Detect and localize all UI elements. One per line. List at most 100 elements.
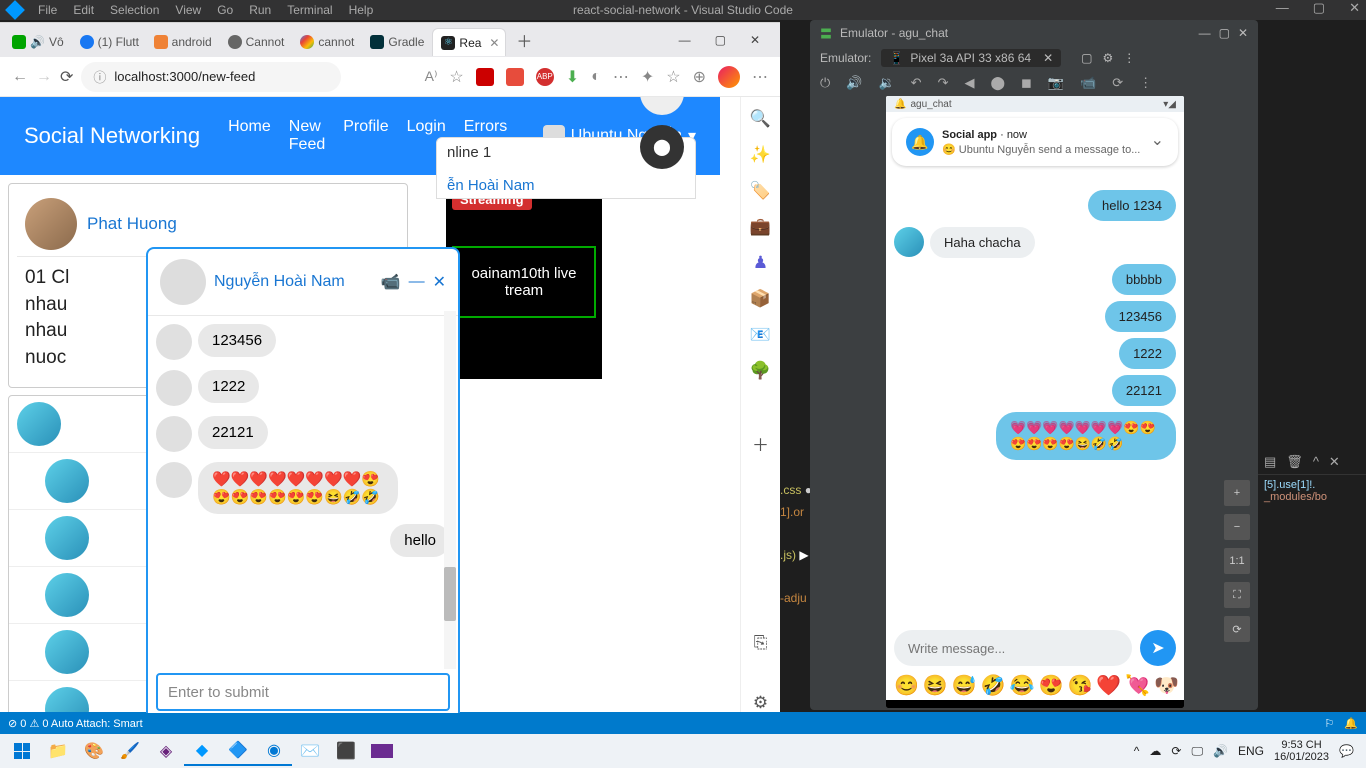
record-icon[interactable]: 📹 [1080, 75, 1096, 91]
chevron-up-icon[interactable]: ^ [1313, 454, 1319, 470]
feedback-icon[interactable]: ⚐ [1324, 717, 1334, 730]
phone-chat-thread[interactable]: hello 1234 Haha chacha bbbbb 123456 1222… [886, 160, 1184, 612]
close-icon[interactable]: ✕ [1329, 454, 1340, 470]
hide-sidebar-icon[interactable]: ⎘ [751, 633, 771, 653]
snapshots-icon[interactable]: ⟳ [1112, 75, 1123, 91]
settings-icon[interactable]: ⚙ [1102, 51, 1113, 65]
emoji-option[interactable]: ❤️ [1096, 673, 1121, 698]
close-icon[interactable]: ✕ [1238, 26, 1248, 40]
search-icon[interactable]: 🔍 [751, 109, 771, 129]
volume-up-icon[interactable]: 🔊 [846, 75, 862, 91]
phone-message-input[interactable] [894, 630, 1132, 666]
zoom-rotate-button[interactable]: ⟳ [1224, 616, 1250, 642]
nav-new-feed[interactable]: NewFeed [289, 118, 325, 154]
emoji-option[interactable]: 😆 [923, 673, 948, 698]
adblock-icon[interactable]: ABP [536, 68, 554, 86]
close-icon[interactable]: ✕ [1043, 51, 1053, 65]
menu-run[interactable]: Run [249, 3, 271, 17]
settings-icon[interactable]: ⚙ [751, 693, 771, 713]
post-author-avatar[interactable] [25, 198, 77, 250]
plus-icon[interactable]: ＋ [751, 433, 771, 453]
refresh-icon[interactable]: ⟳ [60, 67, 73, 87]
emoji-option[interactable]: 😅 [952, 673, 977, 698]
discover-icon[interactable]: ✨ [751, 145, 771, 165]
brand-title[interactable]: Social Networking [24, 123, 200, 149]
collections-icon[interactable]: ⊕ [693, 67, 706, 87]
tab-item[interactable]: 🔊Vô [4, 28, 72, 56]
ext-menu-icon[interactable]: ⋯ [613, 67, 629, 87]
favorites-icon[interactable]: ☆ [666, 67, 680, 87]
taskbar-palette[interactable]: 🖌️ [112, 736, 148, 766]
office-icon[interactable]: 📦 [751, 289, 771, 309]
tab-item[interactable]: android [146, 28, 220, 56]
menu-go[interactable]: Go [217, 3, 233, 17]
tab-item[interactable]: Cannot [220, 28, 293, 56]
device-tab[interactable]: 📱 Pixel 3a API 33 x86 64 ✕ [881, 49, 1061, 67]
emoji-option[interactable]: 😘 [1067, 673, 1092, 698]
emoji-option[interactable]: 💘 [1125, 673, 1150, 698]
games-icon[interactable]: ♟ [751, 253, 771, 273]
menu-icon[interactable]: ⋮ [1123, 51, 1135, 65]
video-call-icon[interactable]: 📹 [381, 272, 401, 292]
ext-icon[interactable]: ◐ [591, 68, 601, 86]
layout-icon[interactable]: ▤ [1264, 454, 1276, 470]
stream-card[interactable]: Streaming oainam10th live tream [446, 183, 602, 379]
read-aloud-icon[interactable]: A⁾ [425, 68, 438, 85]
profile-avatar-icon[interactable] [718, 66, 740, 88]
taskbar-github[interactable]: ⬛ [328, 736, 364, 766]
zoom-out-button[interactable]: − [1224, 514, 1250, 540]
rotate-left-icon[interactable]: ↶ [911, 75, 922, 91]
favorite-icon[interactable]: ☆ [449, 67, 463, 87]
taskbar-file-explorer[interactable]: 📁 [40, 736, 76, 766]
tools-icon[interactable]: 💼 [751, 217, 771, 237]
taskbar-terminal[interactable] [364, 736, 400, 766]
emoji-option[interactable]: 🤣 [981, 673, 1006, 698]
scrollbar-thumb[interactable] [444, 567, 456, 621]
taskbar-edge[interactable]: ◉ [256, 736, 292, 766]
emoji-option[interactable]: 😊 [894, 673, 919, 698]
shopping-icon[interactable]: 🏷️ [751, 181, 771, 201]
emoji-option[interactable]: 😂 [1010, 673, 1035, 698]
more-icon[interactable]: ⋮ [1139, 75, 1152, 91]
close-icon[interactable]: ✕ [750, 33, 760, 47]
maximize-icon[interactable]: ▢ [715, 33, 726, 47]
download-icon[interactable]: ⬇ [566, 67, 579, 87]
close-icon[interactable]: ✕ [1349, 0, 1360, 16]
outlook-icon[interactable]: 📧 [751, 325, 771, 345]
overview-icon[interactable]: ◼ [1021, 75, 1032, 91]
tab-close-icon[interactable]: ✕ [489, 36, 499, 50]
maximize-icon[interactable]: ▢ [1313, 0, 1325, 16]
rotate-right-icon[interactable]: ↷ [938, 75, 949, 91]
tray-clock[interactable]: 9:53 CH 16/01/2023 [1274, 739, 1329, 763]
close-icon[interactable]: ✕ [433, 272, 446, 292]
back-icon[interactable]: ← [12, 68, 28, 86]
taskbar-vscode[interactable]: ◆ [184, 736, 220, 766]
taskbar-visual-studio[interactable]: ◈ [148, 736, 184, 766]
emoji-option[interactable]: 🐶 [1154, 673, 1179, 698]
start-button[interactable] [4, 736, 40, 766]
taskbar-paint[interactable]: 🎨 [76, 736, 112, 766]
taskbar-android-studio[interactable]: 🔷 [220, 736, 256, 766]
info-icon[interactable]: ⓘ [93, 67, 106, 86]
tray-notifications-icon[interactable]: 💬 [1339, 744, 1354, 758]
tab-item[interactable]: Gradle [362, 28, 432, 56]
chat-avatar-icon[interactable] [160, 259, 206, 305]
trash-icon[interactable]: 🗑 [1286, 454, 1303, 470]
chat-contact-name[interactable]: Nguyễn Hoài Nam [214, 273, 373, 291]
notifications-icon[interactable]: 🔔 [1344, 717, 1358, 730]
minimize-icon[interactable]: — [1276, 0, 1289, 16]
minimize-icon[interactable]: — [1199, 26, 1211, 40]
tab-item[interactable]: (1) Flutt [72, 28, 146, 56]
screen-icon[interactable]: ▢ [1081, 51, 1092, 65]
emoji-option[interactable]: 😍 [1039, 673, 1064, 698]
maximize-icon[interactable]: ▢ [1219, 26, 1230, 40]
post-author-name[interactable]: Phat Huong [87, 214, 177, 234]
tray-chevron-icon[interactable]: ^ [1134, 744, 1140, 758]
menu-selection[interactable]: Selection [110, 3, 159, 17]
power-icon[interactable]: ⏻ [820, 75, 830, 91]
tab-item-active[interactable]: ⚛Rea✕ [432, 28, 506, 56]
new-tab-button[interactable]: ＋ [510, 26, 538, 54]
chat-message-list[interactable]: 123456 1222 22121 ❤️❤️❤️❤️❤️❤️❤️❤️😍😍😍😍😍😍… [148, 316, 458, 665]
volume-down-icon[interactable]: 🔉 [878, 75, 894, 91]
tab-item[interactable]: cannot [292, 28, 362, 56]
